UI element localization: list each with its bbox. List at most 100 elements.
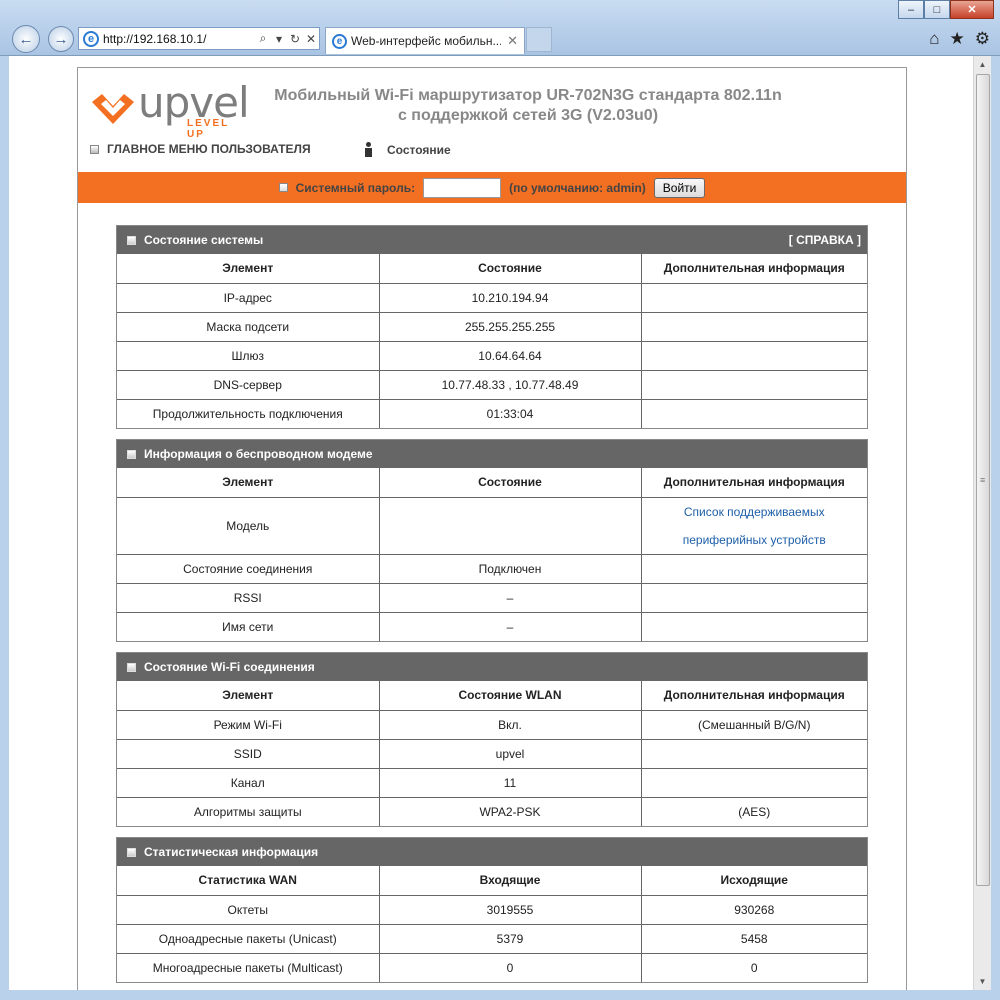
login-bar: Системный пароль: (по умолчанию: admin) …: [78, 172, 906, 203]
supported-devices-link-line-1[interactable]: Список поддерживаемых: [646, 498, 864, 526]
person-icon: [361, 142, 375, 158]
cell: Вкл.: [378, 709, 642, 740]
table-row: Шлюз 10.64.64.64: [117, 340, 867, 371]
password-input[interactable]: [423, 177, 502, 198]
back-button[interactable]: ←: [12, 25, 40, 53]
section-bullet-icon: [127, 847, 136, 857]
cell: Состояние соединения: [117, 553, 380, 584]
dropdown-arrow-icon[interactable]: ▾: [271, 32, 287, 46]
section-bullet-icon: [127, 662, 136, 672]
system-status-table: Элемент Состояние Дополнительная информаци…: [117, 254, 867, 428]
forward-arrow-icon: →: [53, 30, 69, 48]
column-header: Входящие: [378, 866, 642, 896]
cell: [640, 311, 867, 342]
section-title: Информация о беспроводном модеме: [144, 447, 373, 461]
cell: SSID: [117, 738, 380, 769]
supported-devices-link-cell[interactable]: Список поддерживаемых периферийных устро…: [640, 496, 867, 555]
cell: Модель: [117, 496, 380, 555]
cell: 01:33:04: [378, 398, 642, 428]
column-header: Статистика WAN: [117, 866, 380, 896]
logo-tagline: LEVEL UP: [187, 118, 230, 140]
scrollbar-thumb[interactable]: ≡: [976, 74, 990, 886]
gear-icon[interactable]: ⚙: [975, 29, 990, 49]
table-row: IP-адрес 10.210.194.94: [117, 282, 867, 313]
cell: 0: [640, 952, 867, 982]
cell: Одноадресные пакеты (Unicast): [117, 923, 380, 954]
favorites-star-icon[interactable]: ★: [950, 29, 965, 49]
cell: upvel: [378, 738, 642, 769]
menu-bullet-icon: [90, 144, 99, 154]
cell: [640, 369, 867, 400]
password-hint: (по умолчанию: admin): [509, 180, 646, 195]
stop-icon[interactable]: ✕: [303, 32, 319, 46]
scroll-down-arrow-icon[interactable]: ▼: [974, 973, 991, 990]
login-button[interactable]: Войти: [653, 177, 706, 198]
cell: –: [378, 582, 642, 613]
help-link[interactable]: [ СПРАВКА ]: [789, 233, 861, 247]
section-title: Состояние системы: [144, 233, 264, 247]
home-icon[interactable]: ⌂: [929, 29, 939, 49]
page-title: Мобильный Wi-Fi маршрутизатор UR-702N3G …: [258, 86, 798, 126]
column-header: Состояние WLAN: [378, 681, 642, 711]
browser-tools: ⌂ ★ ⚙: [929, 29, 990, 49]
cell: 5458: [640, 923, 867, 954]
table-row: Одноадресные пакеты (Unicast) 5379 5458: [117, 923, 867, 954]
cell: Маска подсети: [117, 311, 380, 342]
refresh-icon[interactable]: ↻: [287, 32, 303, 46]
close-window-button[interactable]: ✕: [950, 0, 994, 19]
cell: [640, 340, 867, 371]
address-url[interactable]: http://192.168.10.1/: [103, 32, 255, 46]
table-row: Модель Список поддерживаемых периферийны…: [117, 496, 867, 555]
close-tab-icon[interactable]: ✕: [507, 33, 518, 49]
upvel-chevron-icon: [92, 94, 134, 124]
vertical-scrollbar[interactable]: ▲ ≡ ▼: [973, 56, 991, 990]
main-menu-link[interactable]: ГЛАВНОЕ МЕНЮ ПОЛЬЗОВАТЕЛЯ: [90, 142, 311, 156]
maximize-button[interactable]: □: [924, 0, 950, 19]
section-title: Состояние Wi-Fi соединения: [144, 660, 315, 674]
cell: 10.77.48.33 , 10.77.48.49: [378, 369, 642, 400]
status-link[interactable]: Состояние: [361, 142, 451, 158]
cell: 3019555: [378, 894, 642, 925]
window-bottom-frame: [0, 990, 1000, 1000]
section-bullet-icon: [127, 449, 136, 459]
cell: [640, 611, 867, 641]
cell: IP-адрес: [117, 282, 380, 313]
section-header: Статистическая информация: [117, 838, 867, 866]
ie-page-icon: e: [83, 30, 99, 47]
table-row: Маска подсети 255.255.255.255: [117, 311, 867, 342]
cell: Подключен: [378, 553, 642, 584]
section-bullet-icon: [127, 235, 136, 245]
browser-chrome: ‒ □ ✕ ← → e http://192.168.10.1/ ⌕ ▾ ↻ ✕…: [0, 0, 1000, 56]
ie-tab-icon: e: [332, 33, 347, 49]
cell: Шлюз: [117, 340, 380, 371]
cell: Октеты: [117, 894, 380, 925]
new-tab-button[interactable]: [526, 27, 552, 52]
minimize-button[interactable]: ‒: [898, 0, 924, 19]
wifi-status-section: Состояние Wi-Fi соединения Элемент Состоя…: [116, 652, 868, 827]
cell: 10.64.64.64: [378, 340, 642, 371]
router-page: upvel LEVEL UP Мобильный Wi-Fi маршрутиз…: [77, 67, 907, 990]
title-line-2: с поддержкой сетей 3G (V2.03u0): [397, 107, 659, 124]
cell: (AES): [640, 796, 867, 826]
column-header: Элемент: [117, 681, 380, 711]
address-bar[interactable]: e http://192.168.10.1/ ⌕ ▾ ↻ ✕: [78, 27, 320, 50]
tab-router[interactable]: e Web-интерфейс мобильн... ✕: [325, 27, 525, 54]
status-label: Состояние: [387, 143, 451, 157]
cell: 0: [378, 952, 642, 982]
table-row: Алгоритмы защиты WPA2-PSK (AES): [117, 796, 867, 826]
search-icon[interactable]: ⌕: [255, 31, 271, 46]
table-row: Продолжительность подключения 01:33:04: [117, 398, 867, 428]
cell: 255.255.255.255: [378, 311, 642, 342]
cell: [640, 553, 867, 584]
cell: Режим Wi-Fi: [117, 709, 380, 740]
scroll-up-arrow-icon[interactable]: ▲: [974, 56, 991, 73]
supported-devices-link-line-2[interactable]: периферийных устройств: [646, 526, 864, 554]
forward-button[interactable]: →: [48, 26, 74, 52]
cell: Многоадресные пакеты (Multicast): [117, 952, 380, 982]
login-bullet-icon: [278, 183, 288, 192]
cell: –: [378, 611, 642, 641]
column-header: Состояние: [378, 468, 642, 498]
cell: (Смешанный B/G/N): [640, 709, 867, 740]
table-row: Режим Wi-Fi Вкл. (Смешанный B/G/N): [117, 709, 867, 740]
wifi-status-table: Элемент Состояние WLAN Дополнительная инфо…: [117, 681, 867, 826]
